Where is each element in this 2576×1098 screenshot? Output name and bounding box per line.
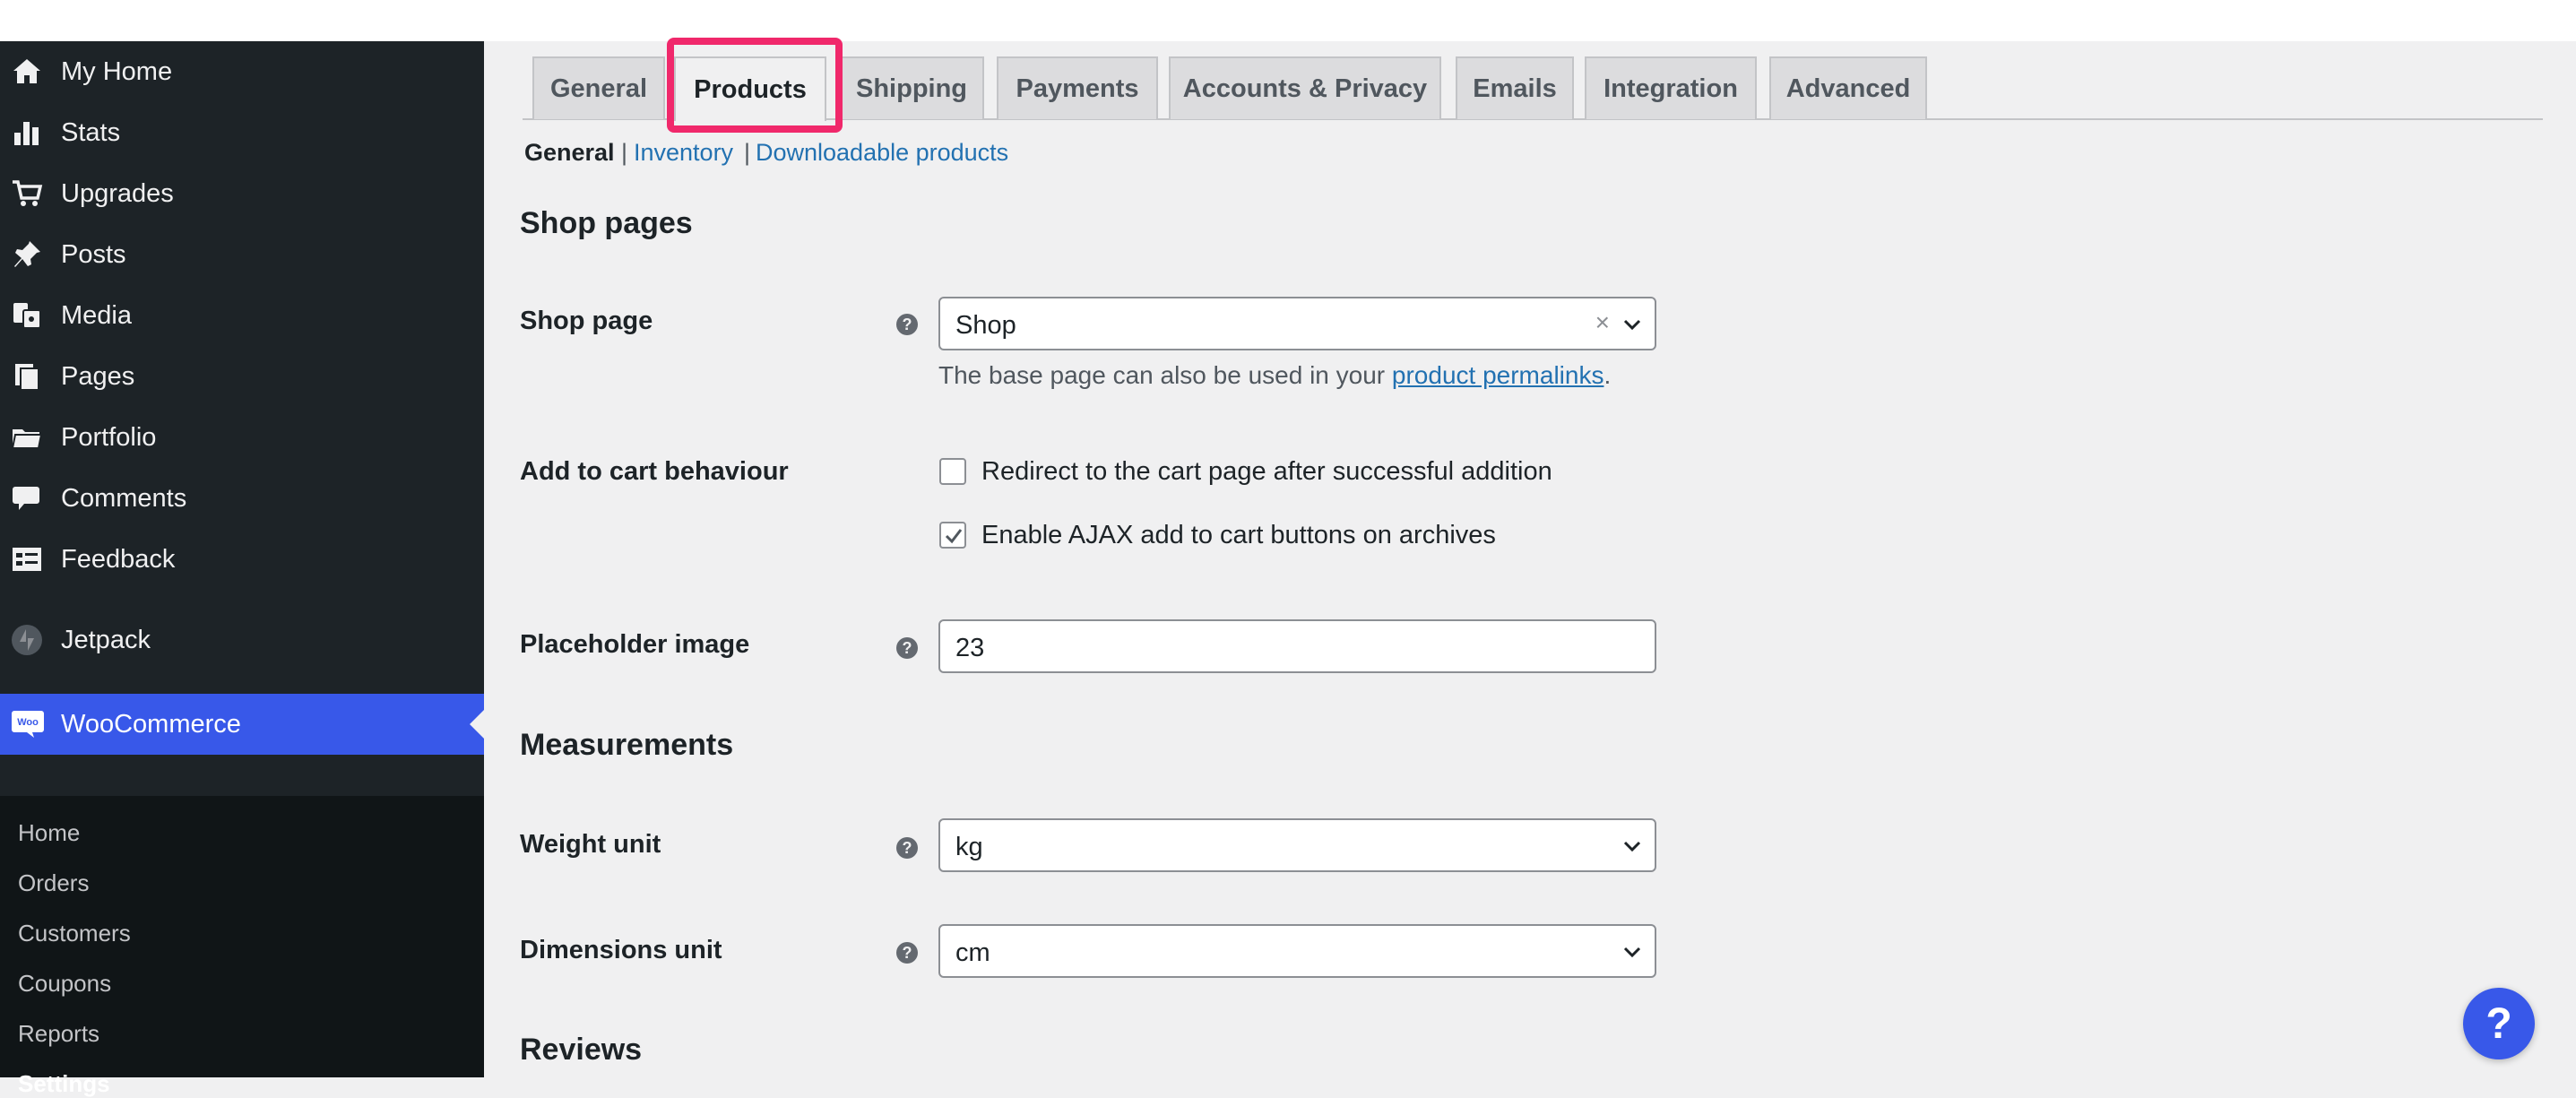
admin-sidebar: My Home Stats Upgrades Posts Media Pages (0, 41, 484, 1097)
sidebar-item-label: Media (61, 300, 132, 330)
tab-products[interactable]: Products (674, 56, 826, 121)
help-icon[interactable]: ? (896, 837, 918, 859)
folder-icon (11, 421, 43, 454)
submenu-item-coupons[interactable]: Coupons (18, 970, 111, 998)
sidebar-item-posts[interactable]: Posts (0, 224, 484, 285)
sidebar-item-label: My Home (61, 56, 173, 86)
sidebar-item-label: Pages (61, 361, 135, 391)
dimensions-unit-select[interactable]: cm (938, 924, 1656, 978)
weight-unit-label: Weight unit (520, 830, 661, 859)
feedback-icon (11, 543, 43, 575)
shop-page-select[interactable]: Shop × (938, 297, 1656, 350)
weight-unit-select[interactable]: kg (938, 818, 1656, 872)
placeholder-image-input[interactable]: 23 (938, 619, 1656, 673)
submenu-item-customers[interactable]: Customers (18, 920, 131, 947)
ajax-checkbox[interactable] (939, 522, 966, 549)
tab-accounts-privacy[interactable]: Accounts & Privacy (1169, 56, 1441, 119)
sidebar-item-label: WooCommerce (61, 709, 241, 739)
checkmark-icon (945, 529, 963, 544)
tab-emails[interactable]: Emails (1456, 56, 1574, 119)
pin-icon (11, 238, 43, 271)
shop-page-value: Shop (955, 311, 1016, 340)
add-to-cart-label: Add to cart behaviour (520, 457, 789, 486)
sidebar-item-pages[interactable]: Pages (0, 346, 484, 407)
section-title-reviews: Reviews (520, 1033, 643, 1067)
help-icon[interactable]: ? (896, 314, 918, 335)
stats-icon (11, 117, 43, 149)
sidebar-item-label: Stats (61, 117, 121, 147)
subnav-separator: | (621, 139, 628, 166)
sidebar-item-woocommerce[interactable]: Woo WooCommerce (0, 694, 484, 755)
sidebar-item-upgrades[interactable]: Upgrades (0, 163, 484, 224)
woocommerce-submenu: Home Orders Customers Coupons Reports Se… (0, 796, 484, 1097)
tab-shipping[interactable]: Shipping (839, 56, 984, 119)
help-button[interactable]: ? (2463, 988, 2535, 1059)
help-icon[interactable]: ? (896, 942, 918, 964)
sidebar-item-label: Comments (61, 483, 187, 513)
sidebar-item-stats[interactable]: Stats (0, 102, 484, 163)
subnav-inventory[interactable]: Inventory (634, 139, 733, 167)
shop-page-label: Shop page (520, 307, 653, 335)
redirect-checkbox-label[interactable]: Redirect to the cart page after successf… (981, 457, 1552, 487)
tab-payments[interactable]: Payments (997, 56, 1158, 119)
jetpack-icon (11, 624, 43, 656)
redirect-checkbox[interactable] (939, 458, 966, 485)
help-icon[interactable]: ? (896, 637, 918, 659)
weight-unit-value: kg (955, 833, 983, 861)
placeholder-image-value: 23 (955, 634, 985, 662)
submenu-item-home[interactable]: Home (18, 819, 80, 847)
woo-icon: Woo (11, 708, 44, 740)
sidebar-item-label: Portfolio (61, 422, 157, 452)
svg-text:Woo: Woo (17, 717, 39, 728)
sidebar-item-label: Posts (61, 239, 126, 269)
submenu-item-reports[interactable]: Reports (18, 1020, 99, 1048)
sidebar-item-my-home[interactable]: My Home (0, 41, 484, 102)
comment-icon (11, 482, 43, 514)
question-icon: ? (2485, 999, 2512, 1048)
cart-icon (11, 177, 43, 210)
chevron-down-icon (1622, 942, 1642, 962)
placeholder-image-label: Placeholder image (520, 630, 750, 659)
chevron-down-icon (1622, 315, 1642, 334)
sidebar-item-label: Upgrades (61, 178, 174, 208)
dimensions-unit-label: Dimensions unit (520, 936, 722, 964)
sidebar-item-feedback[interactable]: Feedback (0, 529, 484, 590)
sidebar-item-label: Feedback (61, 544, 176, 574)
subnav-separator: | (744, 139, 751, 166)
description-end: . (1604, 361, 1612, 389)
product-permalinks-link[interactable]: product permalinks (1392, 361, 1604, 389)
section-title-measurements: Measurements (520, 728, 734, 762)
top-bar (0, 0, 2576, 41)
submenu-item-orders[interactable]: Orders (18, 869, 89, 897)
chevron-down-icon (1622, 836, 1642, 856)
sidebar-item-portfolio[interactable]: Portfolio (0, 407, 484, 468)
sidebar-item-jetpack[interactable]: Jetpack (0, 610, 484, 670)
media-icon (11, 299, 43, 332)
clear-icon[interactable]: × (1595, 308, 1610, 337)
shop-page-description: The base page can also be used in your p… (938, 361, 1611, 390)
sidebar-item-label: Jetpack (61, 625, 151, 654)
tab-integration[interactable]: Integration (1585, 56, 1757, 119)
submenu-item-settings[interactable]: Settings (18, 1070, 110, 1098)
section-title-shop-pages: Shop pages (520, 206, 693, 240)
tab-general[interactable]: General (532, 56, 665, 119)
tab-advanced[interactable]: Advanced (1769, 56, 1927, 119)
sidebar-item-comments[interactable]: Comments (0, 468, 484, 529)
sidebar-item-media[interactable]: Media (0, 285, 484, 346)
description-text: The base page can also be used in your (938, 361, 1392, 389)
home-icon (11, 56, 43, 88)
dimensions-unit-value: cm (955, 938, 990, 967)
active-menu-arrow (470, 710, 484, 739)
subnav-downloadable-products[interactable]: Downloadable products (756, 139, 1008, 167)
pages-icon (11, 360, 43, 393)
ajax-checkbox-label[interactable]: Enable AJAX add to cart buttons on archi… (981, 521, 1496, 550)
subnav-general[interactable]: General (524, 139, 615, 167)
